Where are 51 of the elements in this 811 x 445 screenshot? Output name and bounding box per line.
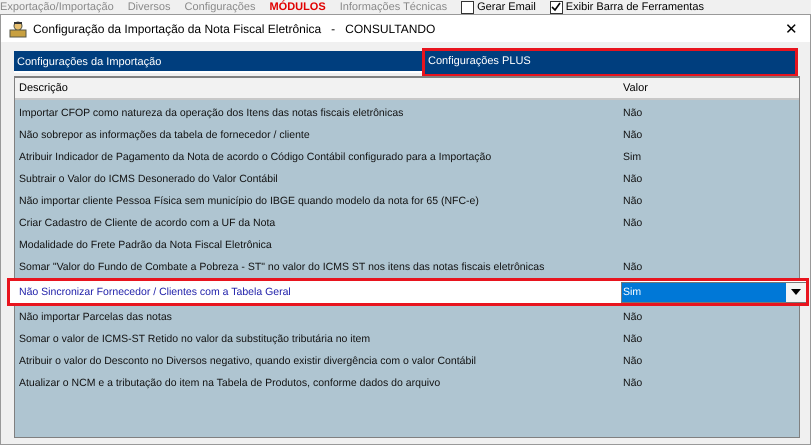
table-cell: Não xyxy=(623,355,642,367)
table-row[interactable]: Atribuir o valor do Desconto no Diversos negativo, quando existir divergência com o valor Contábil Não xyxy=(15,350,799,372)
table-row[interactable]: Não importar cliente Pessoa Física sem município do IBGE quando modelo da nota for 65 (NFC-e) Não xyxy=(15,190,799,212)
table-cell-text: Não sobrepor as informações da tabela de fornecedor / cliente xyxy=(18,129,311,141)
column-header: Valor xyxy=(623,82,648,94)
app-icon xyxy=(9,20,27,38)
table-row[interactable]: Atualizar o NCM e a tributação do item na Tabela de Produtos, conforme dados do arquivo Não xyxy=(15,372,799,394)
table-row[interactable]: Criar Cadastro de Cliente de acordo com a UF da Nota Não xyxy=(15,212,799,234)
table-cell-text: Não importar cliente Pessoa Física sem município do IBGE quando modelo da nota for 65 (NFC-e) xyxy=(18,195,480,207)
table-cell: Não xyxy=(623,217,642,229)
value-dropdown[interactable]: Sim xyxy=(621,282,807,302)
table-cell: Sim xyxy=(623,151,642,163)
menu-item[interactable]: MÓDULOS xyxy=(269,1,326,13)
checkbox-label: Gerar Email xyxy=(477,0,536,14)
table-cell-text: Atualizar o NCM e a tributação do item na Tabela de Produtos, conforme dados do arquivo xyxy=(18,377,442,389)
table-cell-text: Não importar Parcelas das notas xyxy=(18,311,173,323)
table-cell: Não xyxy=(623,261,642,273)
table-cell-text: Subtrair o Valor do ICMS Desonerado do Valor Contábil xyxy=(18,173,279,185)
caret-icon xyxy=(791,289,801,295)
table-row[interactable]: Modalidade do Frete Padrão da Nota Fiscal Eletrônica xyxy=(15,234,799,256)
tab[interactable]: Configurações da Importação xyxy=(14,51,422,73)
table-row[interactable]: Somar o valor de ICMS-ST Retido no valor da substitução tributária no item Não xyxy=(15,328,799,350)
table-cell-text: Importar CFOP como natureza da operação dos Itens das notas fiscais eletrônicas xyxy=(18,107,404,119)
table-row[interactable]: Importar CFOP como natureza da operação dos Itens das notas fiscais eletrônicas Não xyxy=(15,102,799,124)
checkbox-label: Exibir Barra de Ferramentas xyxy=(566,0,704,14)
table-cell-text: Somar "Valor do Fundo de Combate a Pobreza - ST" no valor do ICMS ST nos itens das notas fiscais eletrônicas xyxy=(18,261,546,273)
checkbox[interactable] xyxy=(550,0,563,14)
table-row[interactable]: Não sobrepor as informações da tabela de fornecedor / cliente Não xyxy=(15,124,799,146)
window-title: Configuração da Importação da Nota Fiscal Eletrônica - CONSULTANDO xyxy=(33,22,436,36)
table-row[interactable]: Somar "Valor do Fundo de Combate a Pobreza - ST" no valor do ICMS ST nos itens das notas fiscais eletrônicas Não xyxy=(15,256,799,278)
close-button[interactable]: ✕ xyxy=(781,20,802,38)
table-cell-text: Não Sincronizar Fornecedor / Clientes com a Tabela Geral xyxy=(18,286,292,298)
tab[interactable]: Configurações PLUS xyxy=(425,51,795,74)
selected-row[interactable]: Não Sincronizar Fornecedor / Clientes com a Tabela Geral Sim xyxy=(9,280,807,304)
table-cell: Não xyxy=(623,195,642,207)
table-cell: Não xyxy=(623,129,642,141)
table-cell-text: Modalidade do Frete Padrão da Nota Fiscal Eletrônica xyxy=(18,239,273,251)
table-cell-text: Criar Cadastro de Cliente de acordo com a UF da Nota xyxy=(18,217,276,229)
column-header: Descrição xyxy=(18,82,69,94)
table-cell: Não xyxy=(623,333,642,345)
table-cell-text: Atribuir o valor do Desconto no Diversos negativo, quando existir divergência com o valor Contábil xyxy=(18,355,477,367)
table-cell: Não xyxy=(623,311,642,323)
table-cell: Não xyxy=(623,107,642,119)
table-cell: Não xyxy=(623,173,642,185)
table-cell-text: Atribuir Indicador de Pagamento da Nota de acordo o Código Contábil configurado para a Importação xyxy=(18,151,492,163)
table-cell: Não xyxy=(623,377,642,389)
table-row[interactable]: Não importar Parcelas das notas Não xyxy=(15,306,799,328)
table-cell-text: Somar o valor de ICMS-ST Retido no valor da substitução tributária no item xyxy=(18,333,372,345)
checkbox[interactable] xyxy=(461,0,474,14)
table-row[interactable]: Atribuir Indicador de Pagamento da Nota de acordo o Código Contábil configurado para a Importação Sim xyxy=(15,146,799,168)
table-row[interactable]: Subtrair o Valor do ICMS Desonerado do Valor Contábil Não xyxy=(15,168,799,190)
